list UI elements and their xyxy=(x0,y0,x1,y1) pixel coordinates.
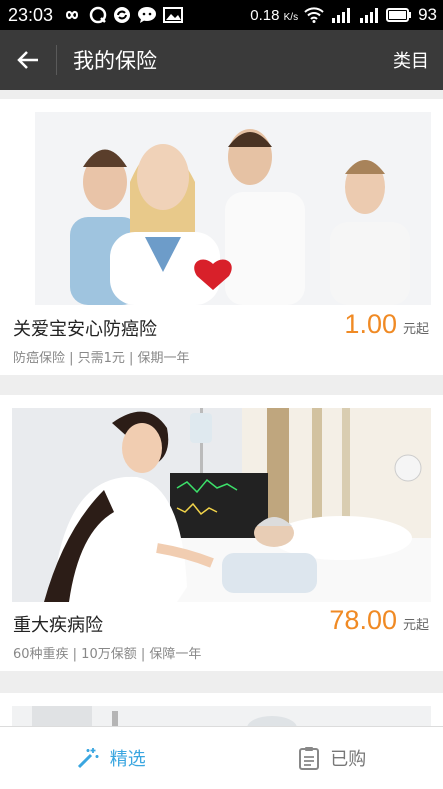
wifi-icon xyxy=(304,7,324,23)
product-title: 重大疾病险 xyxy=(13,611,103,637)
signal-icon xyxy=(358,7,380,23)
price-amount: 78.00 xyxy=(329,605,397,636)
app-bar: 我的保险 类目 xyxy=(0,30,443,90)
product-description: 60种重疾 | 10万保额 | 保障一年 xyxy=(13,643,201,662)
status-time: 23:03 xyxy=(8,5,53,26)
tab-purchased[interactable]: 已购 xyxy=(222,727,443,789)
product-image xyxy=(35,112,431,305)
category-button[interactable]: 类目 xyxy=(393,47,429,73)
battery-icon xyxy=(386,8,412,22)
notification-icons xyxy=(61,6,183,24)
battery-level: 93 xyxy=(418,5,437,25)
product-card[interactable] xyxy=(0,693,443,726)
app-bar-divider xyxy=(56,45,57,75)
infinity-icon xyxy=(61,8,83,22)
price-amount: 1.00 xyxy=(344,309,397,340)
product-title: 关爱宝安心防癌险 xyxy=(13,315,157,341)
qq-browser-icon xyxy=(89,6,107,24)
clipboard-icon xyxy=(298,746,320,770)
sync-icon xyxy=(113,6,131,24)
net-speed: 0.18 K/s xyxy=(250,7,298,24)
product-image xyxy=(12,706,431,726)
chat-icon xyxy=(137,6,157,24)
product-card[interactable]: 重大疾病险 60种重疾 | 10万保额 | 保障一年 78.00 元起 xyxy=(0,395,443,671)
price-unit: 元起 xyxy=(403,614,429,633)
product-price: 1.00 元起 xyxy=(344,309,429,340)
magic-wand-icon xyxy=(76,746,100,770)
product-list[interactable]: 关爱宝安心防癌险 防癌保险 | 只需1元 | 保期一年 1.00 元起 xyxy=(0,90,443,726)
bottom-nav: 精选 已购 xyxy=(0,726,443,789)
product-image xyxy=(12,408,431,602)
product-card[interactable]: 关爱宝安心防癌险 防癌保险 | 只需1元 | 保期一年 1.00 元起 xyxy=(0,99,443,375)
back-button[interactable] xyxy=(0,30,56,90)
status-bar: 23:03 0.18 K/s 93 xyxy=(0,0,443,30)
page-title: 我的保险 xyxy=(73,45,157,75)
price-unit: 元起 xyxy=(403,318,429,337)
signal-4g-icon xyxy=(330,7,352,23)
tab-featured-label: 精选 xyxy=(110,745,146,771)
product-description: 防癌保险 | 只需1元 | 保期一年 xyxy=(13,347,190,366)
product-price: 78.00 元起 xyxy=(329,605,429,636)
tab-featured[interactable]: 精选 xyxy=(0,727,222,789)
tab-purchased-label: 已购 xyxy=(330,745,366,771)
back-arrow-icon xyxy=(17,50,39,70)
image-icon xyxy=(163,7,183,23)
